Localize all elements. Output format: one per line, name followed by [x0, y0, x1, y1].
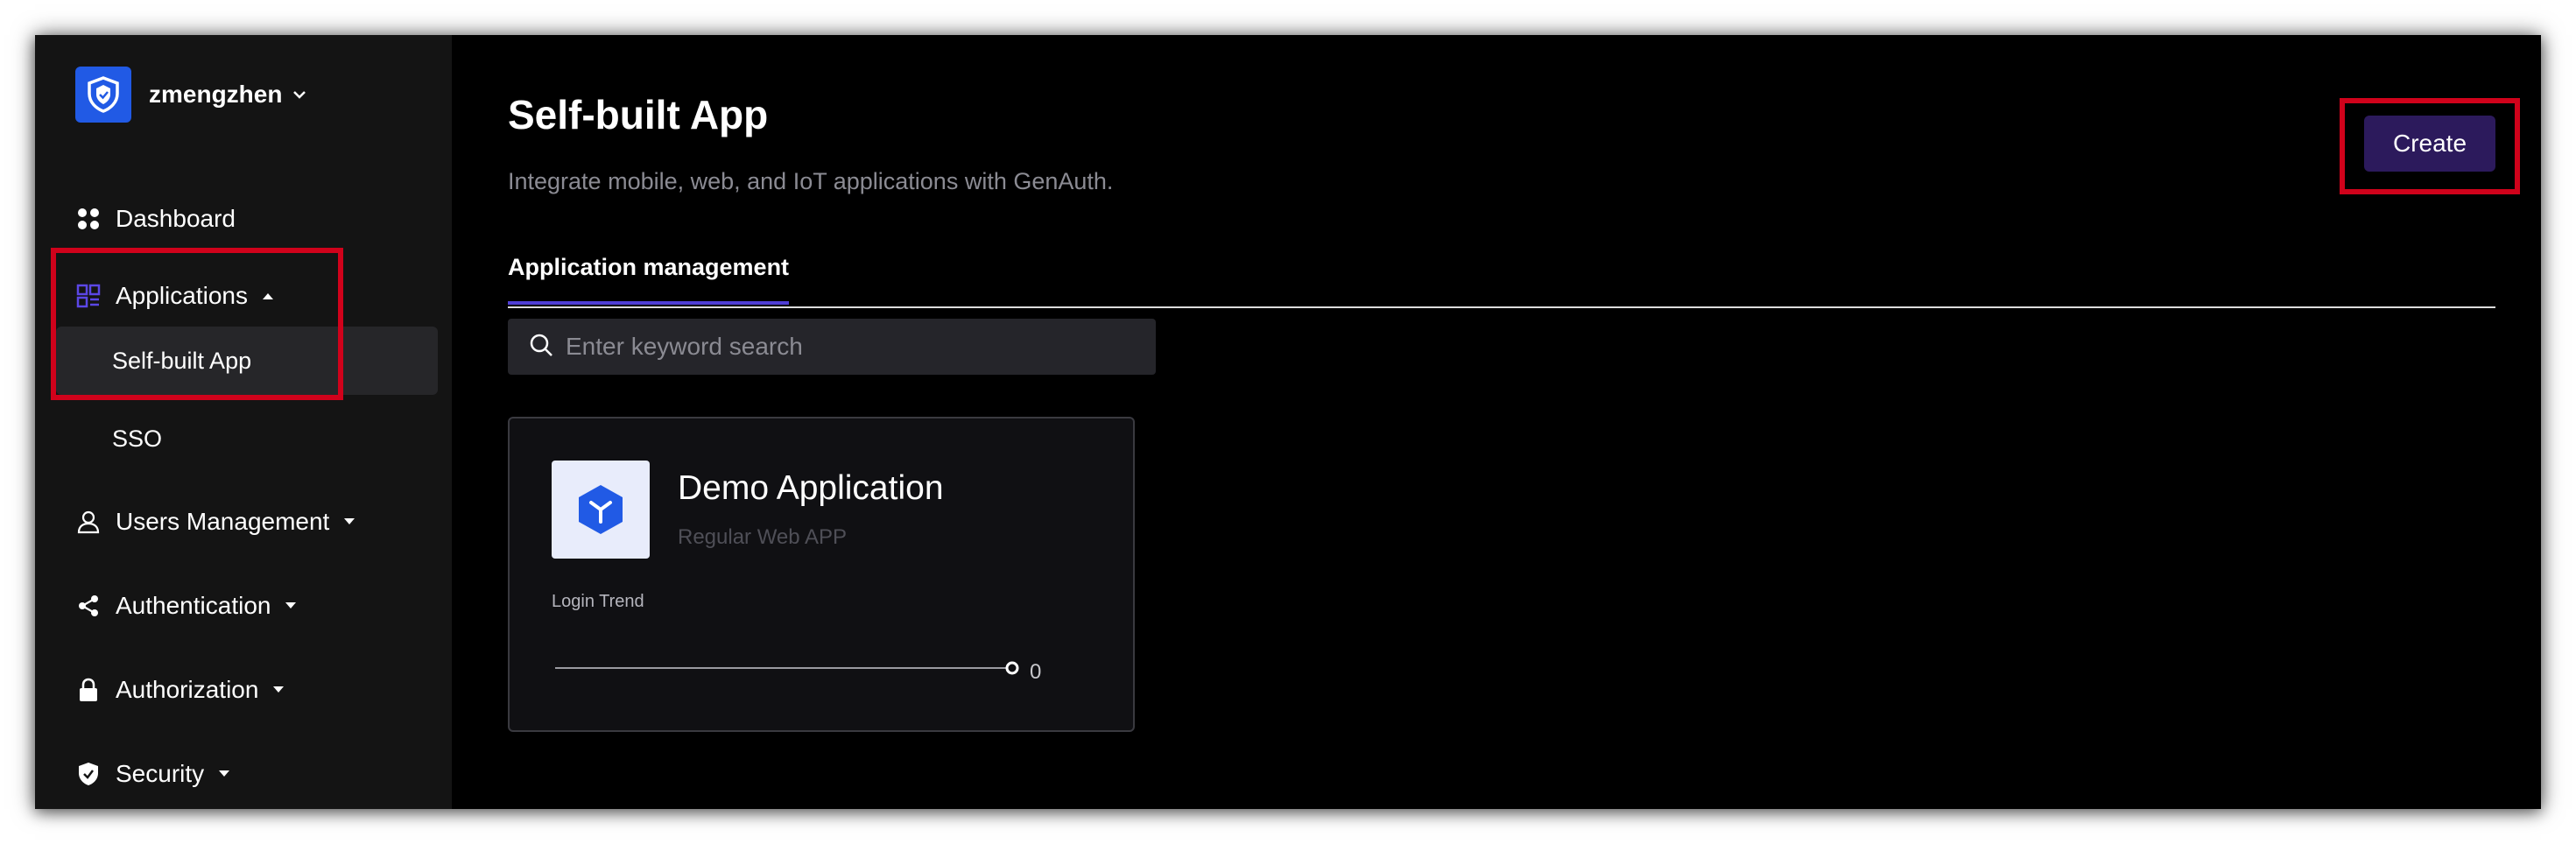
sidebar-subitem-sso[interactable]: SSO [75, 404, 452, 473]
caret-down-icon [272, 686, 285, 694]
shield-icon [75, 67, 131, 123]
tab-application-management[interactable]: Application management [508, 252, 790, 305]
lock-icon [75, 677, 102, 703]
trend-label: Login Trend [552, 592, 644, 611]
hexagon-logo-icon [579, 485, 623, 534]
login-trend-sparkline [555, 661, 1019, 675]
search-icon [529, 333, 553, 362]
share-icon [75, 593, 102, 619]
sidebar-item-label: Dashboard [116, 205, 236, 232]
page-title: Self-built App [508, 92, 769, 137]
app-card[interactable]: Demo Application Regular Web APP Login T… [508, 417, 1135, 732]
dashboard-grid-icon [75, 206, 102, 232]
chevron-down-icon [292, 90, 306, 99]
trend-value: 0 [1030, 660, 1042, 684]
main-content: Self-built App Integrate mobile, web, an… [452, 35, 2541, 809]
sidebar-item-users-management[interactable]: Users Management [75, 499, 355, 545]
org-switcher[interactable]: zmengzhen [75, 67, 306, 123]
caret-down-icon [343, 517, 355, 526]
sidebar-item-label: Users Management [116, 508, 330, 535]
sidebar: zmengzhen Dashboard Applications Self-bu… [35, 35, 452, 809]
sidebar-item-label: Authentication [116, 592, 271, 619]
app-window: zmengzhen Dashboard Applications Self-bu… [35, 35, 2541, 809]
highlight-box-applications [51, 248, 343, 400]
app-name: Demo Application [678, 469, 944, 507]
page-subtitle: Integrate mobile, web, and IoT applicati… [508, 168, 1114, 194]
tab-bar: Application management [508, 252, 2495, 308]
search-input[interactable] [564, 332, 1128, 362]
sidebar-subitem-label: SSO [112, 425, 163, 452]
org-name: zmengzhen [149, 81, 283, 108]
sidebar-item-dashboard[interactable]: Dashboard [75, 196, 236, 242]
sidebar-item-security[interactable]: Security [75, 751, 230, 797]
sidebar-item-authentication[interactable]: Authentication [75, 583, 297, 629]
shield-check-icon [75, 761, 102, 787]
sidebar-item-label: Security [116, 760, 205, 787]
sidebar-item-label: Authorization [116, 676, 259, 703]
highlight-box-create [2340, 98, 2520, 194]
caret-down-icon [285, 601, 297, 610]
user-icon [75, 509, 102, 535]
app-logo [552, 461, 650, 559]
caret-down-icon [218, 770, 230, 778]
app-type: Regular Web APP [678, 525, 847, 549]
search-box[interactable] [508, 319, 1156, 375]
sidebar-item-authorization[interactable]: Authorization [75, 667, 285, 713]
